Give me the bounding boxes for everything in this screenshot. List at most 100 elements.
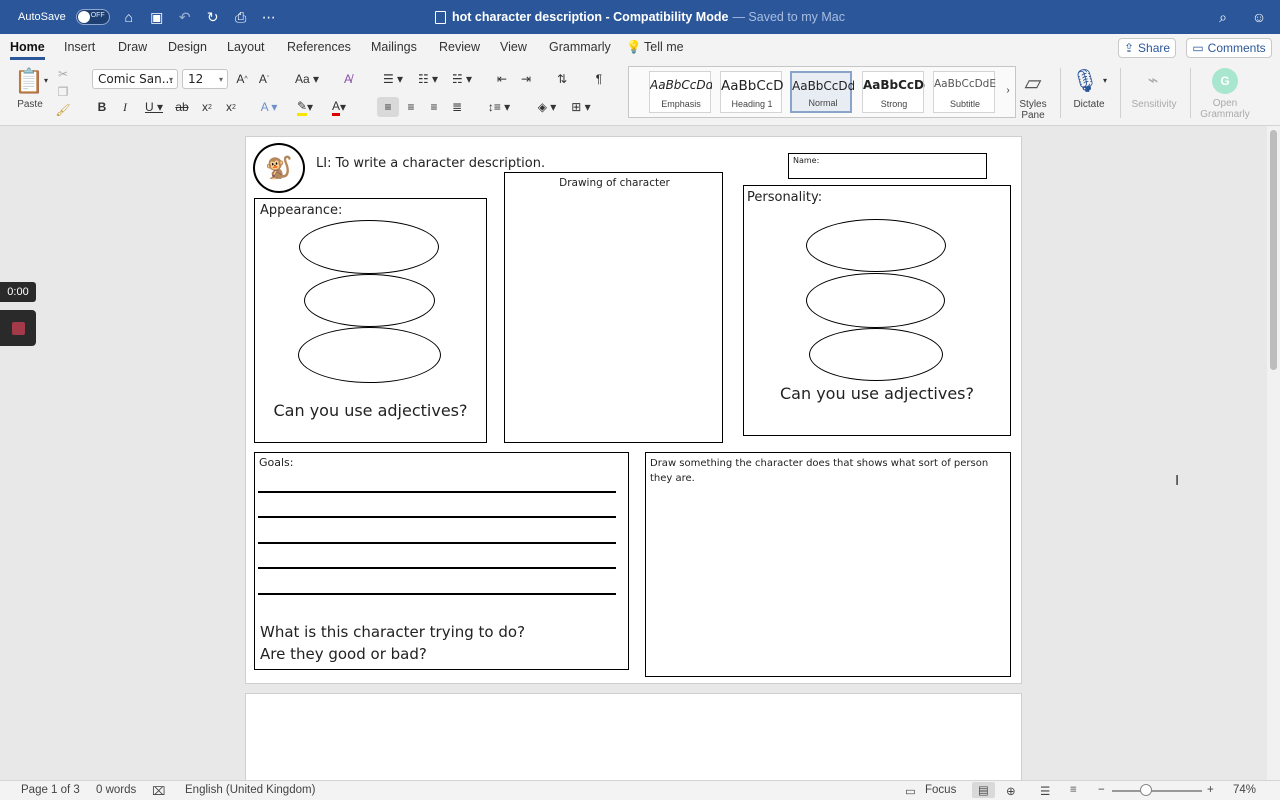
focus-icon[interactable]: ▭ [905,784,916,798]
chevron-right-icon[interactable]: › [1003,83,1013,97]
goals-box[interactable]: Goals: What is this character trying to … [254,452,629,670]
style-normal[interactable]: AaBbCcDdE Normal [790,71,854,113]
web-layout-icon[interactable]: ⊕ [1006,784,1016,798]
autosave-toggle[interactable]: OFF [75,9,110,25]
format-painter-icon[interactable]: 🖌 [55,102,70,118]
grow-font-icon[interactable]: A ^ [234,69,250,89]
more-icon[interactable]: ⋯ [260,8,278,26]
title-bar: AutoSave OFF ⌂ ▣ ↶ ↻ ⎙ ⋯ hot character d… [0,0,1280,34]
vertical-scrollbar[interactable] [1267,126,1280,780]
tab-draw[interactable]: Draw [118,40,147,54]
proofing-icon[interactable]: ⌧ [152,784,165,798]
tab-references[interactable]: References [287,40,351,54]
align-right-icon[interactable]: ≡ [425,97,443,117]
home-icon[interactable]: ⌂ [120,8,138,26]
action-drawing-box[interactable]: Draw something the character does that s… [645,452,1011,677]
multilevel-list-icon[interactable]: ☵ ▾ [447,69,477,89]
zoom-slider[interactable] [1112,790,1202,792]
style-subtitle[interactable]: AaBbCcDdEe Subtitle [933,71,996,113]
share-button[interactable]: ⇪ Share [1118,38,1176,58]
tab-view[interactable]: View [500,40,527,54]
underline-button[interactable]: U ▾ [140,98,168,116]
undo-icon[interactable]: ↶ [176,8,194,26]
word-count[interactable]: 0 words [96,784,136,796]
clear-formatting-icon[interactable]: A̸ [338,69,358,89]
tell-me-input[interactable]: Tell me [644,40,684,54]
tab-mailings[interactable]: Mailings [371,40,417,54]
borders-icon[interactable]: ⊞ ▾ [566,97,596,117]
align-center-icon[interactable]: ≡ [402,97,420,117]
justify-icon[interactable]: ≣ [448,97,466,117]
adjectives-prompt: Can you use adjectives? [273,401,468,420]
style-emphasis[interactable]: AaBbCcDdE Emphasis [649,71,712,113]
zoom-in-icon[interactable]: + [1207,784,1214,796]
grammarly-icon[interactable]: G [1210,66,1240,96]
style-heading-1[interactable]: AaBbCcD Heading 1 [720,71,783,113]
bold-button[interactable]: B [94,98,110,116]
align-left-icon[interactable]: ≡ [377,97,399,117]
style-label: Strong [880,99,908,109]
copy-icon[interactable]: ❐ [56,84,70,100]
tab-insert[interactable]: Insert [64,40,95,54]
tab-grammarly[interactable]: Grammarly [549,40,611,54]
drawing-box[interactable]: Drawing of character [504,172,723,443]
sensitivity-icon: ⌁ [1147,69,1159,90]
decrease-indent-icon[interactable]: ⇤ [493,69,511,89]
dictate-label[interactable]: Dictate [1068,98,1110,110]
cut-icon[interactable]: ✂ [56,66,70,82]
subscript-button[interactable]: x2 [198,98,216,116]
stop-recording-button[interactable] [0,310,36,346]
outline-icon[interactable]: ☰ [1040,784,1050,798]
shading-icon[interactable]: ◈ ▾ [533,97,561,117]
dictate-dropdown-icon[interactable]: ▾ [1100,74,1110,86]
name-box[interactable]: Name: [788,153,987,179]
italic-button[interactable]: I [117,98,133,116]
tab-review[interactable]: Review [439,40,480,54]
font-name-select[interactable]: Comic San... ▾ [92,69,178,89]
account-icon[interactable]: ☺ [1250,8,1268,26]
scrollbar-thumb[interactable] [1270,130,1277,370]
personality-oval [806,273,945,328]
show-formatting-icon[interactable]: ¶ [590,69,608,89]
paste-label: Paste [17,98,43,110]
action-prompt: Draw something the character does that s… [650,458,989,484]
numbering-icon[interactable]: ☷ ▾ [412,69,444,89]
redo-icon[interactable]: ↻ [204,8,222,26]
print-icon[interactable]: ⎙ [232,8,250,26]
paste-dropdown-icon[interactable]: ▾ [42,75,50,85]
paste-icon[interactable]: 📋 [14,66,44,96]
styles-pane-label[interactable]: Styles Pane [1012,99,1054,121]
bullets-icon[interactable]: ☰ ▾ [378,69,408,89]
sort-icon[interactable]: ⇅ [553,69,571,89]
search-icon[interactable]: ⌕ [1214,8,1232,26]
tab-home[interactable]: Home [10,40,45,60]
zoom-out-icon[interactable]: − [1098,784,1105,796]
tab-design[interactable]: Design [168,40,207,54]
font-size-select[interactable]: 12 ▾ [182,69,228,89]
tab-layout[interactable]: Layout [227,40,265,54]
zoom-level[interactable]: 74% [1233,784,1256,796]
language[interactable]: English (United Kingdom) [185,784,315,796]
print-layout-icon[interactable]: ▤ [972,782,995,798]
superscript-button[interactable]: x2 [222,98,240,116]
line-spacing-icon[interactable]: ↕≡ ▾ [484,97,514,117]
save-icon[interactable]: ▣ [148,8,166,26]
focus-label[interactable]: Focus [925,784,956,796]
microphone-icon[interactable]: 🎙 [1070,66,1100,96]
zoom-slider-thumb[interactable] [1140,784,1152,796]
text-effects-icon[interactable]: A ▾ [254,98,284,116]
increase-indent-icon[interactable]: ⇥ [517,69,535,89]
document-page-2[interactable] [245,693,1022,783]
saved-status[interactable]: — Saved to my Mac [732,10,845,24]
font-color-icon[interactable]: A ▾ [324,98,354,116]
draft-icon[interactable]: ≡ [1070,784,1077,796]
highlight-icon[interactable]: ✎ ▾ [290,98,320,116]
strikethrough-button[interactable]: ab [173,98,191,116]
shrink-font-icon[interactable]: Aˇ [256,69,272,89]
page-count[interactable]: Page 1 of 3 [21,784,80,796]
comments-button[interactable]: ▭ Comments [1186,38,1272,58]
change-case-icon[interactable]: Aa ▾ [292,69,322,89]
open-grammarly-label[interactable]: Open Grammarly [1196,98,1254,120]
styles-pane-icon[interactable]: ▱ [1018,66,1048,100]
style-strong[interactable]: AaBbCcDd Strong [862,71,925,113]
